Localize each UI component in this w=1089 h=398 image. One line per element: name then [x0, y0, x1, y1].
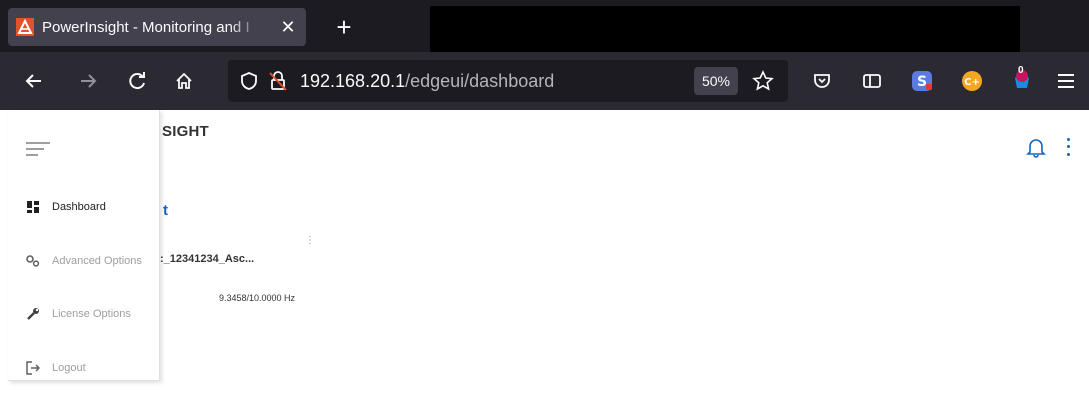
- sidebar-item-license-options[interactable]: License Options: [8, 299, 160, 329]
- side-navigation-drawer: Dashboard Advanced Options License Optio…: [8, 110, 160, 381]
- new-tab-button[interactable]: +: [329, 12, 359, 42]
- more-options-icon[interactable]: [1063, 136, 1073, 158]
- reload-button[interactable]: [124, 67, 152, 95]
- bookmark-star-icon[interactable]: [752, 70, 774, 92]
- extension-c-button[interactable]: C+: [958, 67, 986, 95]
- home-button[interactable]: [170, 67, 198, 95]
- gears-icon: [26, 254, 40, 268]
- address-bar[interactable]: 192.168.20.1/edgeui/dashboard 50%: [228, 60, 788, 102]
- forward-button[interactable]: [74, 67, 102, 95]
- device-name: :_12341234_Asc...: [160, 253, 255, 265]
- url-host: 192.168.20.1: [300, 71, 406, 91]
- tracking-protection-shield-icon[interactable]: [240, 71, 258, 91]
- extension-s-button[interactable]: S: [908, 67, 936, 95]
- insecure-lock-icon[interactable]: [268, 70, 288, 92]
- forward-arrow-icon: [81, 74, 97, 88]
- browser-tab-strip: PowerInsight - Monitoring and I ✕ +: [0, 0, 1089, 52]
- home-icon: [176, 72, 192, 89]
- close-tab-icon[interactable]: ✕: [278, 17, 298, 38]
- reload-icon: [129, 72, 145, 90]
- collapse-menu-icon[interactable]: [26, 142, 50, 158]
- sidebar-item-advanced-options[interactable]: Advanced Options: [8, 246, 160, 276]
- url-path: /edgeui/dashboard: [405, 71, 555, 91]
- browser-tab[interactable]: PowerInsight - Monitoring and I ✕: [8, 8, 306, 46]
- s-extension-icon: S: [912, 71, 932, 91]
- sidebar-item-label: License Options: [52, 308, 131, 320]
- coupon-extension-icon: C+: [962, 71, 982, 91]
- sidebar-item-label: Dashboard: [52, 201, 106, 213]
- wrench-icon: [26, 307, 40, 321]
- url-text[interactable]: 192.168.20.1/edgeui/dashboard: [300, 71, 554, 92]
- sidebar-item-label: Logout: [52, 362, 86, 374]
- browser-toolbar: 192.168.20.1/edgeui/dashboard 50% S C+ 0: [0, 52, 1089, 110]
- page-heading-fragment: t: [163, 202, 168, 219]
- notification-bell-icon[interactable]: [1026, 136, 1046, 158]
- svg-text:S: S: [917, 74, 927, 90]
- brand-title: SIGHT: [162, 123, 209, 140]
- back-arrow-icon: [25, 74, 41, 88]
- sidebar-item-dashboard[interactable]: Dashboard: [8, 192, 160, 222]
- sidebar-item-logout[interactable]: Logout: [8, 353, 160, 383]
- app-menu-button[interactable]: [1052, 67, 1080, 95]
- pocket-button[interactable]: [808, 67, 836, 95]
- zoom-level-button[interactable]: 50%: [694, 67, 738, 95]
- frequency-readout: 9.3458/10.0000 Hz: [219, 293, 296, 303]
- tab-title: PowerInsight - Monitoring and I: [42, 18, 250, 36]
- hamburger-menu-icon: [1058, 74, 1074, 88]
- reader-view-button[interactable]: [858, 67, 886, 95]
- sidebar-panel-icon: [863, 74, 881, 88]
- extension-badge-count: 0: [1018, 65, 1024, 76]
- app-page: SIGHT t ⋮ :_12341234_Asc... 9.3458/10.00…: [0, 110, 1089, 398]
- redacted-area: [430, 6, 1020, 52]
- card-menu-icon[interactable]: ⋮: [305, 235, 315, 246]
- sidebar-item-label: Advanced Options: [52, 255, 142, 267]
- svg-text:C+: C+: [964, 77, 980, 88]
- pocket-icon: [814, 74, 830, 88]
- back-button[interactable]: [20, 67, 48, 95]
- logout-icon: [26, 361, 40, 375]
- powerinsight-logo-icon: [16, 18, 34, 36]
- dashboard-icon: [26, 200, 40, 214]
- extension-badge-button[interactable]: 0: [1008, 65, 1036, 95]
